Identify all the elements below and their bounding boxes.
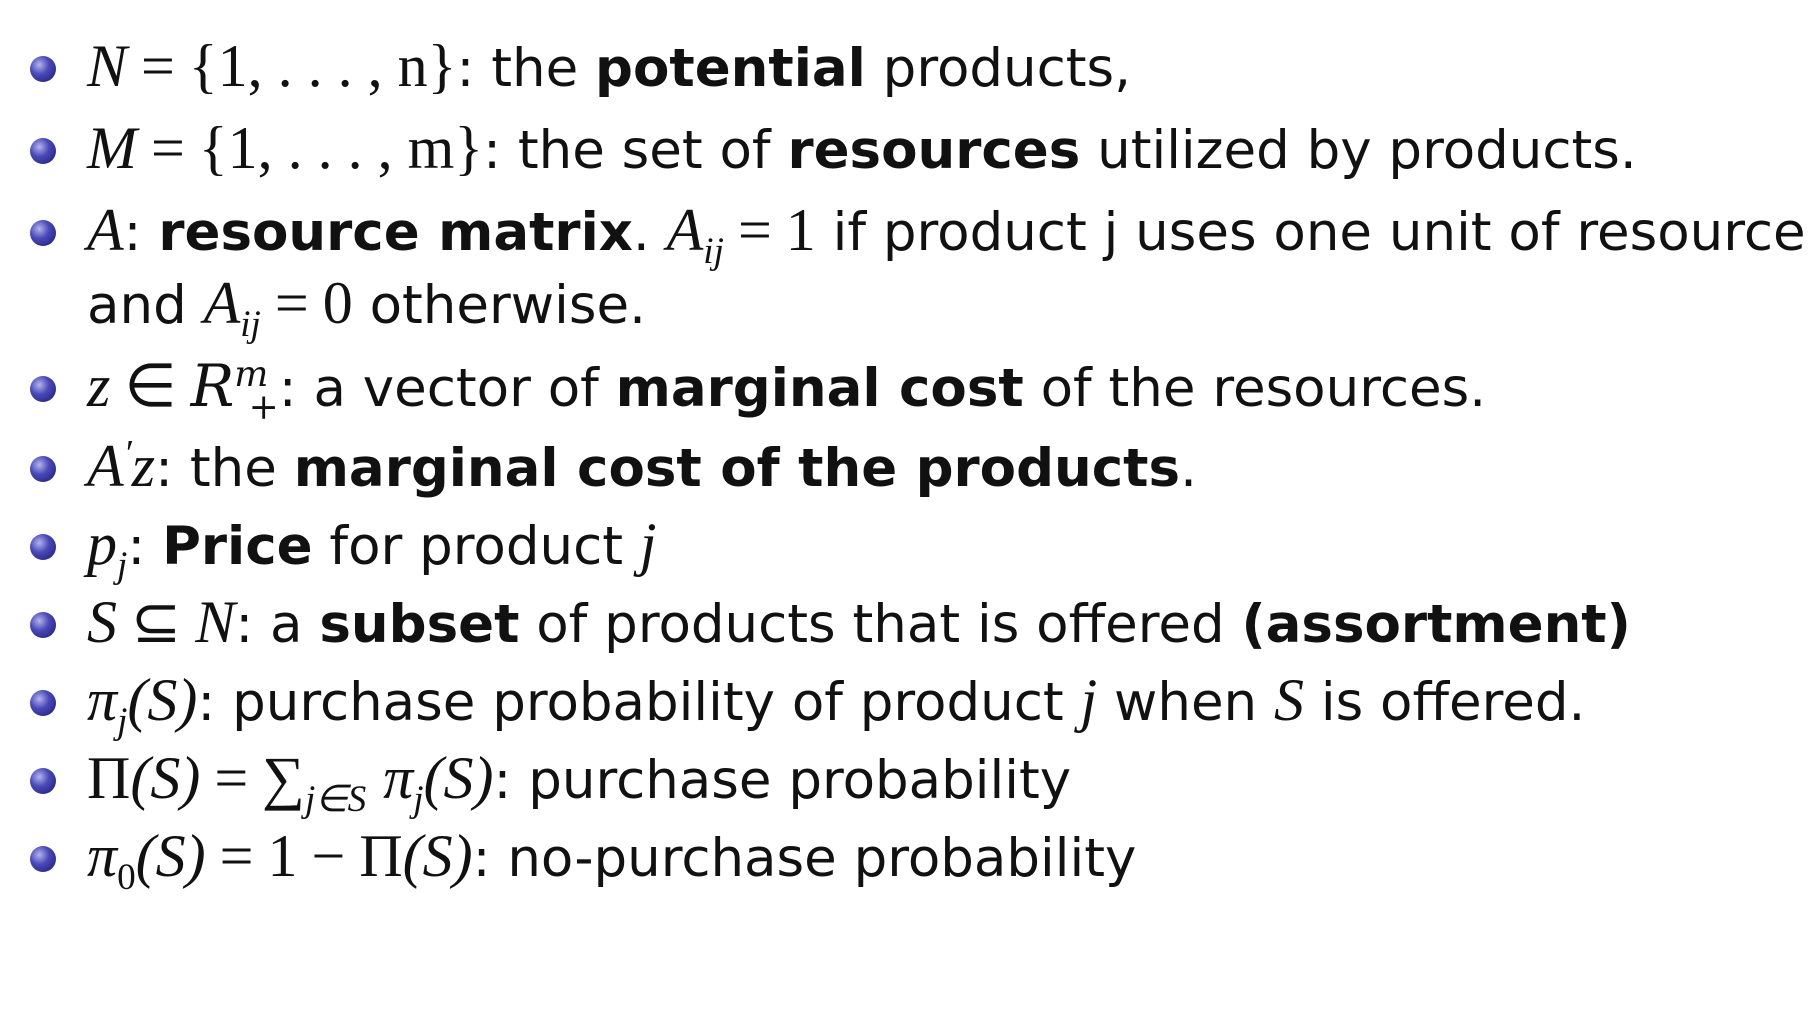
- bullet-icon: [30, 456, 56, 482]
- element-of-sign: ∈: [124, 353, 177, 419]
- text: utilized by products.: [1080, 120, 1637, 181]
- bullet-icon: [30, 534, 56, 560]
- math-symbol: π0(S): [87, 823, 206, 899]
- sum-symbol: ∑j∈S: [262, 745, 367, 821]
- equals-sign: =: [141, 33, 175, 99]
- equals-sign: =: [274, 270, 309, 336]
- text: .: [632, 202, 667, 263]
- item-content: pj: Price for product j: [87, 508, 657, 587]
- math-symbol: A′z: [87, 433, 156, 499]
- text: purchase probability of product: [215, 672, 1081, 733]
- math-symbol: πj(S): [87, 667, 198, 743]
- text: purchase probability: [511, 750, 1072, 811]
- math-number: 0: [322, 270, 353, 336]
- item-content: πj(S): purchase probability of product j…: [87, 664, 1586, 743]
- equals-sign: =: [150, 115, 185, 181]
- bold-term: marginal cost of the products: [293, 438, 1181, 499]
- math-symbol: S: [87, 589, 117, 655]
- text: no-purchase probability: [490, 828, 1137, 889]
- bold-term: Price: [162, 516, 313, 577]
- math-symbol: A: [87, 197, 124, 263]
- subset-sign: ⊆: [131, 589, 182, 655]
- bold-term: resources: [787, 120, 1081, 181]
- bold-term: potential: [595, 38, 866, 99]
- colon: :: [127, 516, 146, 577]
- math-symbol: Aij: [666, 197, 724, 273]
- text: the set of: [500, 120, 788, 181]
- bullet-icon: [30, 376, 56, 402]
- slide: N = {1, . . . , n}: the potential products…: [0, 0, 1812, 1028]
- bullet-icon: [30, 56, 56, 82]
- math-symbol: N: [195, 589, 236, 655]
- bullet-icon: [30, 690, 56, 716]
- colon: :: [278, 358, 297, 419]
- math-number: 1: [267, 823, 298, 889]
- math-number: 1: [785, 197, 816, 263]
- math-symbol: j: [1080, 667, 1098, 733]
- equals-sign: =: [737, 197, 772, 263]
- colon: :: [472, 828, 491, 889]
- colon: :: [197, 672, 216, 733]
- colon: :: [493, 750, 512, 811]
- item-content: A: resource matrix. Aij = 1 if product j u…: [87, 194, 1812, 273]
- equals-sign: =: [214, 745, 249, 811]
- item-continuation: and Aij = 0 otherwise.: [87, 267, 646, 346]
- text: the: [173, 438, 294, 499]
- equals-sign: =: [219, 823, 254, 889]
- text: products,: [865, 38, 1131, 99]
- bold-term: marginal cost: [615, 358, 1024, 419]
- colon: :: [155, 438, 174, 499]
- text: for product: [312, 516, 640, 577]
- item-content: π0(S) = 1− Π(S): no-purchase probability: [87, 820, 1137, 899]
- item-content: A′z: the marginal cost of the products.: [87, 430, 1197, 505]
- bullet-icon: [30, 768, 56, 794]
- text: .: [1180, 438, 1197, 499]
- item-content: M = {1, . . . , m}: the set of resources u…: [87, 112, 1637, 187]
- colon: :: [123, 202, 142, 263]
- item-content: Π(S) = ∑j∈S πj(S): purchase probability: [87, 742, 1072, 821]
- text: a: [253, 594, 320, 655]
- math-set: {1, . . . , n}: [188, 33, 457, 99]
- text: the: [474, 38, 596, 99]
- bullet-icon: [30, 138, 56, 164]
- minus-sign: −: [311, 823, 346, 889]
- math-argument: (S): [402, 823, 473, 889]
- math-symbol: πj(S): [383, 745, 494, 821]
- math-symbol: z: [87, 353, 111, 419]
- colon: :: [456, 38, 475, 99]
- math-symbol: N: [87, 33, 128, 99]
- bullet-icon: [30, 612, 56, 638]
- bold-term: (assortment): [1241, 594, 1631, 655]
- text: and: [87, 275, 204, 336]
- item-content: N = {1, . . . , n}: the potential products…: [87, 30, 1131, 105]
- text: is offered.: [1304, 672, 1586, 733]
- bullet-icon: [30, 846, 56, 872]
- colon: :: [483, 120, 501, 181]
- item-content: z ∈ Rm+: a vector of marginal cost of the …: [87, 350, 1486, 425]
- math-set: {1, . . . , m}: [198, 115, 484, 181]
- math-symbol: Aij: [203, 270, 261, 346]
- colon: :: [235, 594, 254, 655]
- math-symbol: Rm+: [190, 352, 279, 428]
- math-symbol: Π: [359, 823, 403, 889]
- math-argument: (S): [130, 745, 201, 811]
- item-content: S ⊆ N: a subset of products that is offere…: [87, 586, 1631, 661]
- text: of the resources.: [1023, 358, 1487, 419]
- math-symbol: Π: [87, 745, 131, 811]
- bold-term: resource matrix: [158, 202, 633, 263]
- math-symbol: S: [1274, 667, 1304, 733]
- bold-term: subset: [319, 594, 520, 655]
- text: when: [1097, 672, 1274, 733]
- text: of products that is offered: [519, 594, 1242, 655]
- text: if product j uses one unit of resource: [815, 202, 1812, 263]
- math-symbol: M: [87, 115, 137, 181]
- bullet-icon: [30, 220, 56, 246]
- text: otherwise.: [352, 275, 646, 336]
- math-symbol: j: [639, 511, 657, 577]
- text: a vector of: [296, 358, 616, 419]
- math-symbol: pj: [87, 511, 128, 587]
